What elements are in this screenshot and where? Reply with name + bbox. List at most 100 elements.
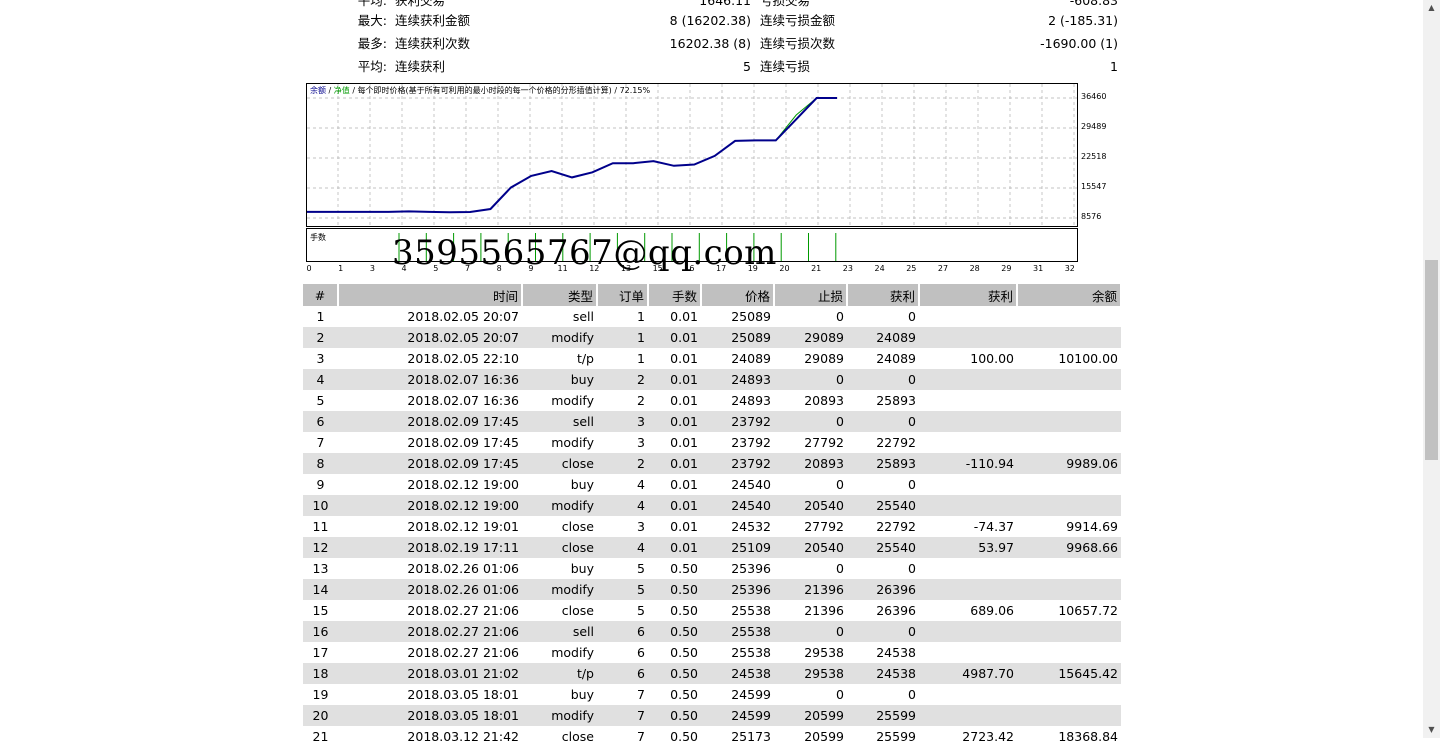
summary-label-2: 连续亏损 — [760, 59, 811, 74]
table-cell: close — [561, 519, 594, 534]
table-cell — [1017, 390, 1121, 411]
table-cell: 0.50 — [670, 687, 698, 702]
table-cell: 0 — [908, 477, 916, 492]
chart-title-sep: / — [326, 86, 334, 95]
x-tick-label: 23 — [842, 264, 853, 273]
table-row: 8 2018.02.09 17:45 close 2 0.01 23792 20893 258… — [303, 453, 1121, 474]
table-cell: 20893 — [804, 393, 844, 408]
y-tick-label: 29489 — [1081, 122, 1107, 131]
table-cell: 2018.02.07 16:36 — [407, 393, 519, 408]
table-cell: 24089 — [731, 351, 771, 366]
table-cell: 25599 — [876, 729, 916, 744]
table-cell: 0 — [774, 411, 847, 432]
table-cell: 10100.00 — [1058, 351, 1118, 366]
table-cell: 25538 — [731, 603, 771, 618]
summary-prefix: 最多: — [357, 36, 387, 51]
scrollbar-thumb[interactable] — [1425, 260, 1438, 460]
balance-chart: 余额 / 净值 / 每个即时价格(基于所有可利用的最小时段的每一个价格的分形插值… — [306, 83, 1078, 227]
table-cell: 12 — [303, 537, 338, 558]
table-cell: 25538 — [731, 645, 771, 660]
table-cell: 0.01 — [648, 327, 701, 348]
summary-label: 连续获利 — [395, 59, 446, 74]
summary-value: 8 (16202.38) — [669, 13, 751, 28]
table-cell: 22792 — [876, 435, 916, 450]
table-row: 1 2018.02.05 20:07 sell 1 0.01 25089 0 0 — [303, 306, 1121, 327]
table-cell: modify — [522, 705, 597, 726]
table-cell: 0.50 — [670, 603, 698, 618]
table-row: 19 2018.03.05 18:01 buy 7 0.50 24599 0 0 — [303, 684, 1121, 705]
y-tick-label: 22518 — [1081, 152, 1107, 161]
table-cell: 24538 — [847, 663, 919, 684]
table-cell: close — [522, 453, 597, 474]
table-cell: 2723.42 — [962, 729, 1014, 744]
table-cell: 20893 — [774, 453, 847, 474]
table-cell: 0.01 — [648, 495, 701, 516]
summary-prefix: 最大: — [357, 13, 387, 28]
table-cell: 29089 — [804, 351, 844, 366]
table-cell: 24893 — [731, 393, 771, 408]
table-cell: 2018.02.26 01:06 — [407, 561, 519, 576]
table-cell: 24599 — [701, 705, 774, 726]
table-cell: 9989.06 — [1017, 453, 1121, 474]
table-cell: 25396 — [731, 561, 771, 576]
table-cell: 21396 — [774, 579, 847, 600]
chart-title-rest: / 每个即时价格(基于所有可利用的最小时段的每一个价格的分形插值计算) / 72… — [349, 86, 651, 95]
column-header: 止损 — [774, 284, 848, 306]
scroll-up-icon[interactable]: ▲ — [1423, 0, 1440, 16]
table-row: 2 2018.02.05 20:07 modify 1 0.01 25089 29089 24… — [303, 327, 1121, 348]
table-row: 15 2018.02.27 21:06 close 5 0.50 25538 21396 26… — [303, 600, 1121, 621]
y-tick-label: 8576 — [1081, 212, 1102, 221]
table-cell: 2018.02.27 21:06 — [407, 603, 519, 618]
table-cell: 2018.03.01 21:02 — [338, 663, 522, 684]
scroll-down-icon[interactable]: ▼ — [1423, 722, 1440, 738]
table-cell: 2 — [597, 453, 648, 474]
table-cell: 0.50 — [648, 705, 701, 726]
table-cell: 0.50 — [648, 663, 701, 684]
table-row: 13 2018.02.26 01:06 buy 5 0.50 25396 0 0 — [303, 558, 1121, 579]
table-cell — [919, 474, 1017, 495]
x-tick-label: 32 — [1064, 264, 1075, 273]
table-body: 1 2018.02.05 20:07 sell 1 0.01 25089 0 0 2 2018.0… — [303, 306, 1121, 747]
table-cell: sell — [572, 309, 594, 324]
table-cell: modify — [551, 645, 594, 660]
table-cell: 7 — [637, 729, 645, 744]
table-cell: 24089 — [847, 327, 919, 348]
vertical-scrollbar[interactable]: ▲ ▼ — [1423, 0, 1440, 738]
table-cell: 2018.03.05 18:01 — [407, 687, 519, 702]
table-cell: -110.94 — [919, 453, 1017, 474]
table-cell: 0 — [847, 369, 919, 390]
summary-label: 连续获利次数 — [395, 36, 471, 51]
table-cell — [919, 579, 1017, 600]
balance-series-line — [307, 97, 837, 214]
table-cell: modify — [522, 327, 597, 348]
table-cell: 2018.02.27 21:06 — [407, 645, 519, 660]
table-cell: 100.00 — [970, 351, 1014, 366]
column-header: 获利 — [847, 284, 920, 306]
table-row: 11 2018.02.12 19:01 close 3 0.01 24532 27792 22… — [303, 516, 1121, 537]
table-cell: 6 — [597, 621, 648, 642]
table-cell: 0 — [908, 309, 916, 324]
table-cell: 18 — [303, 663, 338, 684]
table-cell — [919, 390, 1017, 411]
table-cell: 18368.84 — [1058, 729, 1118, 744]
table-cell: 19 — [312, 687, 329, 702]
column-header: 手数 — [648, 284, 702, 306]
table-cell: 2018.02.07 16:36 — [338, 369, 522, 390]
column-header: 订单 — [597, 284, 649, 306]
column-header: 类型 — [522, 284, 598, 306]
table-row: 3 2018.02.05 22:10 t/p 1 0.01 24089 29089 24089… — [303, 348, 1121, 369]
table-cell: 21396 — [804, 603, 844, 618]
table-row: 9 2018.02.12 19:00 buy 4 0.01 24540 0 0 — [303, 474, 1121, 495]
table-cell: 15 — [312, 603, 329, 618]
x-tick-label: 27 — [937, 264, 949, 273]
table-cell: 0 — [847, 621, 919, 642]
table-cell: 0 — [774, 621, 847, 642]
table-cell: 0.01 — [670, 393, 698, 408]
column-header: 价格 — [701, 284, 775, 306]
table-cell: 20540 — [774, 495, 847, 516]
column-header: 获利 — [919, 284, 1018, 306]
table-cell — [919, 621, 1017, 642]
table-cell — [1017, 432, 1121, 453]
summary-value-2: 2 (-185.31) — [1048, 13, 1118, 28]
table-cell — [1017, 495, 1121, 516]
